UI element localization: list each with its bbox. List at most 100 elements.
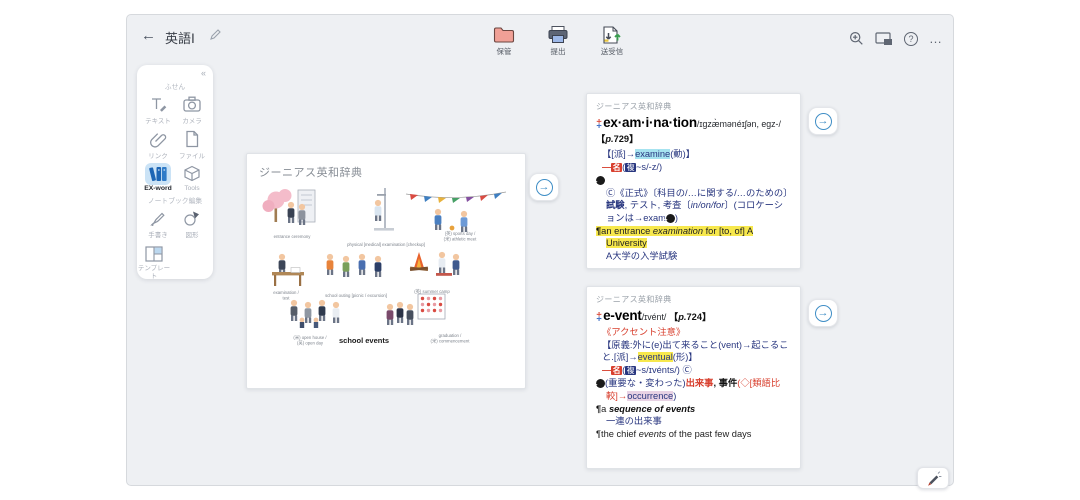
dict-headword-line: ‡ex·am·i·na·tion/ɪgzæ̀mənéɪʃən, egz-/【p.… (596, 115, 791, 147)
caption-outing: school outing [picnic / excursion] (325, 293, 387, 298)
store-button[interactable]: 保管 (483, 25, 525, 57)
dict-card-examination[interactable]: ジーニアス英和辞典 ‡ex·am·i·na·tion/ɪgzæ̀mənéɪʃən… (586, 93, 801, 269)
tool-label: ファイル (179, 150, 205, 160)
dict-example-line-2: ¶the chief events of the past few days (596, 428, 791, 441)
school-events-illustration: entrance ceremony (英) sports day / (米) a… (260, 184, 512, 356)
help-icon: ? (904, 32, 918, 46)
tool-label: カメラ (182, 115, 202, 125)
next-button-event[interactable]: → (808, 299, 838, 327)
page-title: 英語Ⅰ (165, 28, 195, 47)
more-button[interactable]: … (929, 31, 943, 46)
send-receive-icon (600, 25, 624, 44)
arrow-right-icon: → (815, 113, 832, 130)
dict-example-translation: 一連の出来事 (606, 415, 791, 428)
illustration-title: school events (339, 336, 389, 345)
edit-pencil-icon (209, 28, 222, 41)
tool-camera[interactable]: カメラ (175, 93, 209, 125)
caption-entrance: entrance ceremony (274, 234, 312, 239)
dict-example-line: ¶a sequence of events (596, 403, 791, 416)
tool-label: 図形 (186, 229, 199, 239)
text-icon (148, 94, 168, 114)
send-receive-button[interactable]: 送受信 (591, 25, 633, 57)
dict-pos-line: ―名(複~s/ɪvénts/) Ⓒ (602, 364, 791, 378)
collapse-sidebar-button[interactable]: « (137, 68, 213, 78)
pen-icon (148, 208, 168, 228)
tool-template[interactable]: テンプレート (137, 243, 171, 280)
arrow-right-icon: → (815, 305, 832, 322)
dict-derive-line: 【[派]→examine(動)】 (602, 148, 791, 161)
tool-shape[interactable]: 図形 (175, 207, 209, 239)
more-icon: … (929, 31, 943, 46)
page: { "colors":{"accent_blue":"#3f8ec6","exw… (0, 0, 1080, 500)
stylus-tool-button[interactable] (917, 467, 949, 489)
dict-source-label: ジーニアス英和辞典 (596, 294, 791, 305)
dictionary-books-icon (148, 164, 168, 184)
fusen-tools: テキスト カメラ リンク ファイル EX-word Tools (137, 93, 213, 192)
tool-exword[interactable]: EX-word (141, 163, 175, 192)
dict-headword-line: ‡e-vent/ɪvént/ 【p.724】 (596, 308, 791, 325)
slide-source-label: ジーニアス英和辞典 (259, 164, 513, 180)
dict-accent-note: 《アクセント注意》 (602, 326, 791, 339)
arrow-right-icon: → (536, 179, 553, 196)
tool-file[interactable]: ファイル (175, 128, 209, 160)
send-receive-label: 送受信 (601, 46, 624, 57)
section-label-fusen: ふせん (137, 81, 213, 91)
next-button-examination[interactable]: → (808, 107, 838, 135)
stylus-icon (924, 470, 942, 486)
caption-openhouse-2: (英) open day (297, 340, 324, 347)
dict-pos-line: ―名(複~s/-z/) (602, 161, 791, 175)
tool-label: EX-word (144, 185, 172, 192)
folder-icon (492, 25, 516, 44)
tool-handwriting[interactable]: 手書き (141, 207, 175, 239)
tool-text[interactable]: テキスト (141, 93, 175, 125)
rename-button[interactable] (209, 28, 222, 41)
app-window: ← 英語Ⅰ 保管 提出 送受信 (126, 14, 954, 486)
zoom-button[interactable] (849, 31, 864, 46)
dict-definition-line: 1(重要な・変わった)出来事, 事件(◇[類語比較]→occurrence) (596, 377, 791, 402)
tool-label: 手書き (148, 229, 168, 239)
header: ← 英語Ⅰ 保管 提出 送受信 (127, 15, 953, 59)
caption-graduation-1: graduation / (439, 333, 463, 338)
dict-example-translation: A大学の入学試験 (606, 250, 791, 263)
tool-label: テンプレート (137, 265, 171, 280)
dict-source-label: ジーニアス英和辞典 (596, 101, 791, 112)
tool-tools[interactable]: Tools (175, 163, 209, 192)
template-icon (145, 246, 163, 262)
sidebar: « ふせん テキスト カメラ リンク ファイル EX-word (137, 65, 213, 279)
back-arrow-icon: ← (141, 27, 156, 44)
tool-label: リンク (148, 150, 168, 160)
collapse-chevron-icon: « (201, 68, 206, 78)
submit-button[interactable]: 提出 (537, 25, 579, 57)
next-button-slide[interactable]: → (529, 173, 559, 201)
zoom-in-icon (849, 31, 864, 46)
dict-example-line: ¶an entrance examination for [to, of] A … (596, 225, 791, 250)
slide-card[interactable]: ジーニアス英和辞典 (246, 153, 526, 389)
submit-label: 提出 (551, 46, 566, 57)
section-label-notebook-edit: ノートブック編集 (137, 195, 213, 205)
file-icon (182, 129, 202, 149)
header-right-icons: ? … (849, 31, 943, 46)
header-actions: 保管 提出 送受信 (483, 25, 633, 57)
tool-link[interactable]: リンク (141, 128, 175, 160)
caption-graduation-2: (米) commencement (431, 338, 471, 345)
caption-examination-1: examination / (273, 290, 299, 295)
paperclip-icon (148, 129, 168, 149)
cube-icon (182, 164, 202, 184)
shape-icon (182, 208, 202, 228)
back-button[interactable]: ← (141, 27, 156, 45)
help-button[interactable]: ? (904, 32, 918, 46)
edit-tools: 手書き 図形 (137, 207, 213, 239)
tool-label: テキスト (145, 115, 171, 125)
store-label: 保管 (497, 46, 512, 57)
screen-share-icon (875, 31, 893, 46)
caption-examination-2: test (283, 296, 291, 301)
tool-label: Tools (184, 185, 199, 192)
dict-card-event[interactable]: ジーニアス英和辞典 ‡e-vent/ɪvént/ 【p.724】 《アクセント注… (586, 286, 801, 469)
screen-share-button[interactable] (875, 31, 893, 46)
dict-definition-line: 1Ⓒ《正式》〔科目の/…に関する/…のための〕試験, テスト, 考査〔in/on… (596, 174, 791, 224)
caption-sportsday-2: (米) athletic meet (444, 236, 478, 243)
caption-camp: (英) summer camp (414, 288, 450, 295)
camera-icon (182, 94, 202, 114)
printer-icon (546, 25, 570, 44)
dict-origin-line: 【原義:外に(e)出て来ること(vent)→起こること.[派]→eventual… (602, 339, 791, 364)
